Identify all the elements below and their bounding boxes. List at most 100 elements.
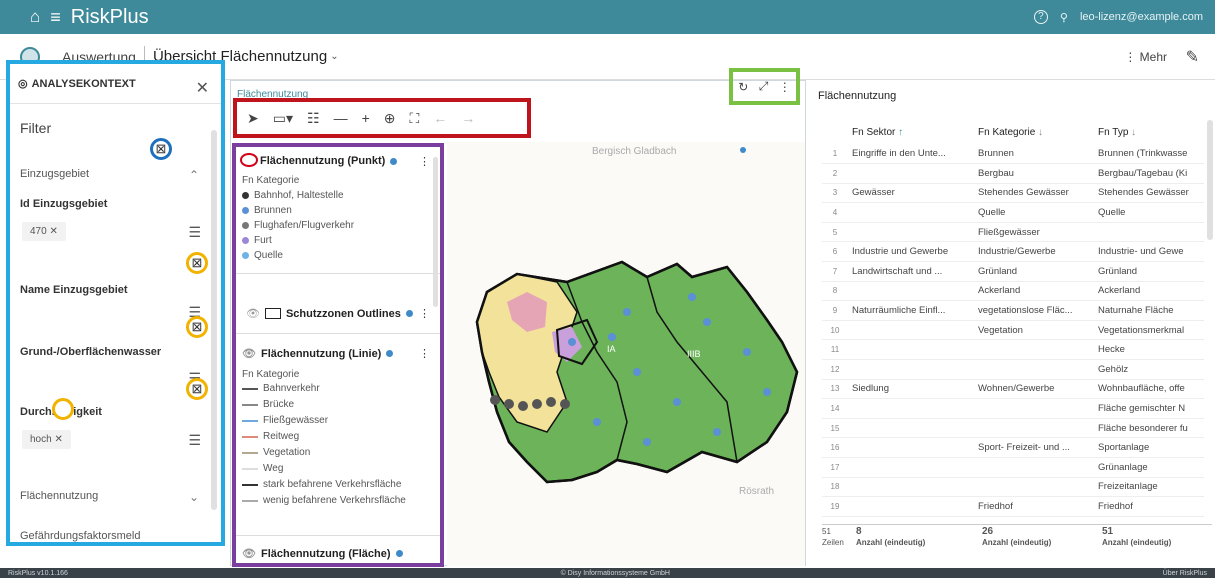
table-row[interactable]: 16 Sport- Freizeit- und ... Sportanlage [822,437,1204,458]
legend-text: Bahnverkehr [263,383,320,394]
table-row[interactable]: 10 Vegetation Vegetationsmerkmal [822,320,1204,341]
table-row[interactable]: 14 Fläche gemischter N [822,398,1204,419]
table-row[interactable]: 7 Landwirtschaft und ... Grünland Grünland [822,261,1204,282]
sort-icon[interactable]: ↓ [1038,127,1043,138]
table-cell [848,202,974,223]
kebab-menu-icon[interactable]: ⋮ [419,347,430,360]
user-email[interactable]: leo-lizenz@example.com [1080,11,1203,23]
layer-title-punkt[interactable]: Flächennutzung (Punkt) [260,155,398,167]
legend-scrollbar[interactable] [433,157,438,307]
legend-text: Brunnen [254,205,292,216]
table-row[interactable]: 12 Gehölz [822,359,1204,380]
select-pointer-icon[interactable]: ➤ [247,110,259,127]
table-row[interactable]: 13 Siedlung Wohnen/Gewerbe Wohnbaufläche, o… [822,379,1204,400]
zoom-in-icon[interactable]: + [362,110,370,126]
table-cell: Industrie/Gewerbe [974,241,1094,263]
eye-icon[interactable]: 👁 [242,347,256,360]
status-footer: RiskPlus v10.1.166 © Disy Informationssy… [0,568,1215,578]
map-toolbar: ➤ ▭▾ ☷ — + ⊕ ⛶ ← → [233,98,531,138]
help-icon[interactable]: ? [1033,10,1048,24]
list-icon[interactable]: ☰ [188,432,201,449]
ruler-icon[interactable]: ▭▾ [273,110,293,127]
layer-title-flaeche[interactable]: 👁 Flächennutzung (Fläche) [242,547,403,560]
map-point[interactable] [740,147,746,153]
forward-arrow-icon[interactable]: → [461,110,475,126]
clear-filter-icon[interactable]: ⊠ [186,316,208,338]
scrollbar[interactable] [211,130,217,510]
zoom-search-icon[interactable]: ⊕ [384,110,396,127]
table-row[interactable]: 11 Hecke [822,339,1204,361]
table-cell [974,457,1094,478]
layer-title-schutzzonen[interactable]: 👁 Schutzzonen Outlines [246,307,413,320]
table-row[interactable]: 6 Industrie und Gewerbe Industrie/Gewerbe I… [822,241,1204,263]
map-canvas[interactable]: Bergisch Gladbach Rösrath IA IIIB [447,142,805,566]
user-icon[interactable]: ⚲ [1060,11,1068,24]
table-row[interactable]: 8 Ackerland Ackerland [822,281,1204,302]
table-row[interactable]: 9 Naturräumliche Einfl... vegetationslose … [822,300,1204,321]
row-number: 14 [822,398,848,419]
legend-text: Furt [254,235,272,246]
group-label-flaechennutzung[interactable]: Flächennutzung [20,490,98,502]
table-cell: Stehendes Gewässer [1094,183,1204,204]
legend-category: Fn Kategorie [242,175,300,186]
table-row[interactable]: 2 Bergbau Bergbau/Tagebau (Ki [822,163,1204,184]
chevron-down-icon[interactable]: ⌄ [189,490,199,504]
layers-list-icon[interactable]: ☷ [307,110,320,127]
table-row[interactable]: 4 Quelle Quelle [822,202,1204,223]
refresh-icon[interactable]: ↻ [738,80,748,94]
group-label-gefaehrdung[interactable]: Gefährdungsfaktorsmeld [20,530,140,542]
table-cell: Ackerland [974,281,1094,302]
column-header-fn-typ[interactable]: Fn Typ ↓ [1094,120,1204,144]
row-number: 10 [822,320,848,341]
table-cell: Industrie- und Gewe [1094,241,1204,263]
column-header-fn-sektor[interactable]: Fn Sektor ↑ [848,120,974,144]
table-row[interactable]: 19 Friedhof Friedhof [822,496,1204,517]
table-row[interactable]: 17 Grünanlage [822,457,1204,478]
table-row[interactable]: 15 Fläche besonderer fu [822,418,1204,439]
chevron-down-icon[interactable]: ⌄ [330,51,338,62]
kebab-menu-icon[interactable]: ⋮ [419,155,430,168]
point-symbol-icon [242,207,249,214]
legend-item: Fließgewässer [242,415,328,426]
edit-icon[interactable]: ✎ [1186,47,1199,67]
visibility-eye-icon[interactable] [240,153,258,167]
line-symbol-icon [242,403,258,406]
kebab-menu-icon[interactable]: ⋮ [419,307,430,320]
sort-asc-icon[interactable]: ↑ [898,127,903,138]
group-label-einzugsgebiet[interactable]: Einzugsgebiet [20,168,89,180]
column-header-fn-kategorie[interactable]: Fn Kategorie ↓ [974,120,1094,144]
table-scrollbar[interactable] [1207,120,1213,240]
about-link[interactable]: Über RiskPlus [1163,570,1207,577]
legend-category: Fn Kategorie [242,369,300,380]
map-graphic[interactable]: Bergisch Gladbach Rösrath IA IIIB [447,142,805,566]
list-icon[interactable]: ☰ [188,224,201,241]
table-cell: Brunnen (Trinkwasse [1094,144,1204,165]
fullscreen-icon[interactable]: ⛶ [409,110,419,127]
legend-item: Quelle [242,250,283,261]
menu-icon[interactable]: ≡ [50,7,61,28]
value-chip-id[interactable]: 470 ✕ [22,222,66,241]
table-row[interactable]: 18 Freizeitanlage [822,477,1204,498]
clear-filter-icon[interactable]: ⊠ [186,378,208,400]
close-icon[interactable]: ✕ [196,78,209,98]
sort-icon[interactable]: ↓ [1131,127,1136,138]
eye-icon[interactable]: 👁 [246,307,260,320]
table-row[interactable]: 3 Gewässer Stehendes Gewässer Stehendes Gew… [822,183,1204,204]
kebab-menu-icon[interactable]: ⋮ [779,80,791,94]
home-icon[interactable]: ⌂ [30,7,40,27]
table-row[interactable]: 1 Eingriffe in den Unte... Brunnen Brunnen … [822,144,1204,165]
layer-title-linie[interactable]: 👁 Flächennutzung (Linie) [242,347,394,360]
table-cell: Quelle [1094,202,1204,223]
clear-filter-icon[interactable]: ⊠ [186,252,208,274]
expand-icon[interactable]: ⤢ [759,79,769,94]
value-chip-durchlaessigkeit[interactable]: hoch ✕ [22,430,71,449]
chevron-up-icon[interactable]: ⌃ [189,168,199,182]
clear-all-filters-icon[interactable]: ⊠ [150,138,172,160]
divider [236,333,440,334]
back-arrow-icon[interactable]: ← [433,110,447,126]
zoom-out-icon[interactable]: — [334,110,348,126]
table-row[interactable]: 5 Fließgewässer [822,222,1204,243]
eye-icon[interactable]: 👁 [242,547,256,560]
line-symbol-icon [242,483,258,486]
more-button[interactable]: ⋮ Mehr [1124,50,1167,64]
